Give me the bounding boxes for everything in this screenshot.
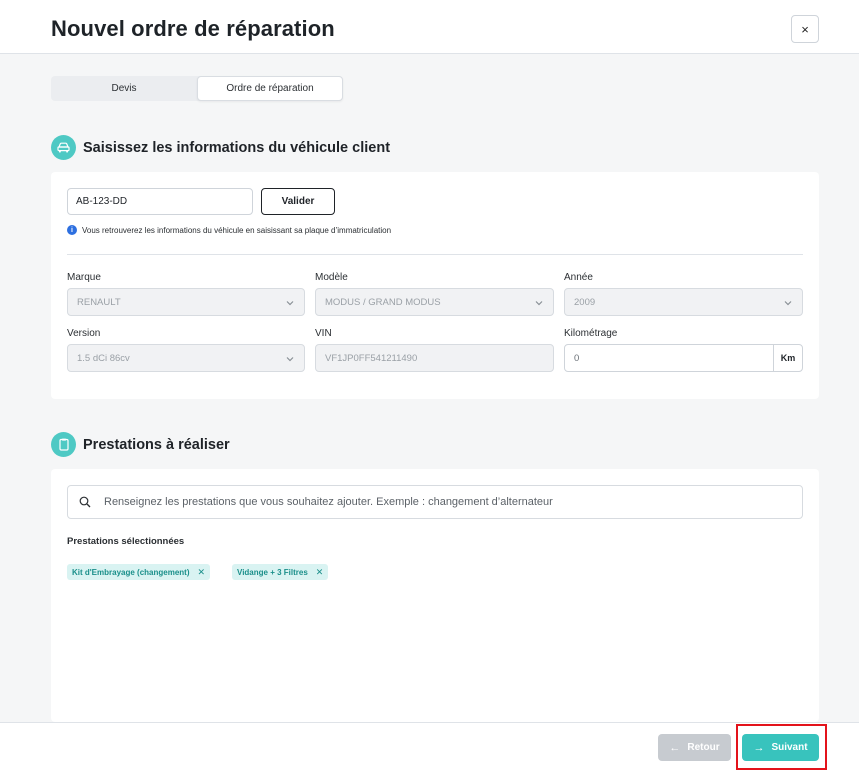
close-button[interactable]: × bbox=[791, 15, 819, 43]
page-title: Nouvel ordre de réparation bbox=[51, 16, 335, 41]
vehicle-section-title: Saisissez les informations du véhicule c… bbox=[83, 140, 391, 156]
model-value: MODUS / GRAND MODUS bbox=[325, 296, 441, 308]
remove-chip-icon[interactable]: ✕ bbox=[197, 567, 205, 578]
search-placeholder: Renseignez les prestations que vous souh… bbox=[104, 496, 553, 508]
year-select[interactable]: 2009 bbox=[564, 288, 803, 316]
vin-field: VF1JP0FF541211490 bbox=[315, 344, 554, 372]
service-chip-label: Kit d'Embrayage (changement) bbox=[72, 567, 190, 577]
modal-header: Nouvel ordre de réparation × bbox=[0, 0, 859, 54]
brand-select[interactable]: RENAULT bbox=[67, 288, 305, 316]
year-label: Année bbox=[564, 272, 593, 283]
mileage-value: 0 bbox=[574, 353, 580, 364]
services-card: Renseignez les prestations que vous souh… bbox=[51, 469, 819, 722]
year-value: 2009 bbox=[574, 296, 596, 308]
back-label: Retour bbox=[687, 742, 720, 753]
chevron-down-icon bbox=[286, 357, 294, 362]
car-icon bbox=[51, 135, 76, 160]
version-select[interactable]: 1.5 dCi 86cv bbox=[67, 344, 305, 372]
clipboard-icon bbox=[51, 432, 76, 457]
mileage-label: Kilométrage bbox=[564, 328, 618, 339]
validate-button[interactable]: Valider bbox=[261, 188, 335, 215]
info-icon: i bbox=[67, 225, 77, 235]
model-label: Modèle bbox=[315, 272, 348, 283]
brand-value: RENAULT bbox=[77, 296, 121, 308]
search-icon bbox=[79, 496, 91, 508]
version-value: 1.5 dCi 86cv bbox=[77, 352, 130, 364]
mileage-unit: Km bbox=[773, 345, 802, 371]
chevron-down-icon bbox=[286, 301, 294, 306]
plate-hint: i Vous retrouverez les informations du v… bbox=[67, 225, 391, 235]
service-chip: Vidange + 3 Filtres ✕ bbox=[232, 564, 329, 580]
arrow-left-icon: ← bbox=[669, 741, 681, 754]
arrow-right-icon: → bbox=[753, 741, 765, 754]
model-select[interactable]: MODUS / GRAND MODUS bbox=[315, 288, 554, 316]
services-search[interactable]: Renseignez les prestations que vous souh… bbox=[67, 485, 803, 519]
divider bbox=[67, 254, 803, 255]
chevron-down-icon bbox=[535, 301, 543, 306]
plate-hint-text: Vous retrouverez les informations du véh… bbox=[82, 225, 392, 235]
service-chip: Kit d'Embrayage (changement) ✕ bbox=[67, 564, 211, 580]
brand-label: Marque bbox=[67, 272, 101, 283]
close-icon: × bbox=[801, 21, 809, 37]
mileage-input[interactable]: 0 Km bbox=[564, 344, 803, 372]
remove-chip-icon[interactable]: ✕ bbox=[316, 567, 324, 578]
vin-label: VIN bbox=[315, 328, 332, 339]
next-button[interactable]: → Suivant bbox=[742, 734, 819, 761]
tab-ordre-de-reparation[interactable]: Ordre de réparation bbox=[197, 76, 343, 101]
back-button[interactable]: ← Retour bbox=[658, 734, 731, 761]
service-chip-label: Vidange + 3 Filtres bbox=[237, 567, 308, 577]
mode-tabs: Devis Ordre de réparation bbox=[51, 76, 343, 101]
next-label: Suivant bbox=[771, 742, 808, 753]
chevron-down-icon bbox=[784, 301, 792, 306]
vin-value: VF1JP0FF541211490 bbox=[325, 352, 418, 364]
modal-footer: ← Retour → Suivant bbox=[0, 722, 859, 778]
selected-services-label: Prestations sélectionnées bbox=[67, 536, 185, 547]
vehicle-card: AB-123-DD Valider i Vous retrouverez les… bbox=[51, 172, 819, 399]
services-section-title: Prestations à réaliser bbox=[83, 437, 230, 453]
version-label: Version bbox=[67, 328, 101, 339]
plate-input[interactable]: AB-123-DD bbox=[67, 188, 253, 215]
tab-devis[interactable]: Devis bbox=[51, 76, 197, 101]
